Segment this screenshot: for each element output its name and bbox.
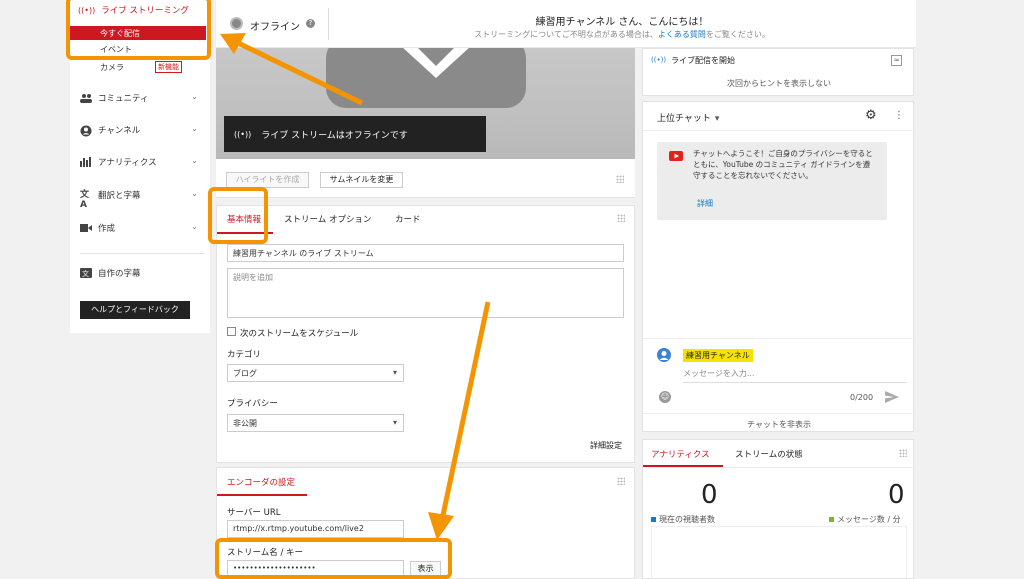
chevron-down-icon: ⌄ [191,124,198,133]
annotation-box-stream-key [215,538,452,579]
live-broadcast-icon: ((•)) [234,129,252,139]
divider [643,413,915,414]
sidebar-item-camera[interactable]: カメラ [100,62,124,73]
caret-down-icon: ▾ [714,114,720,124]
bar-chart-icon [80,157,92,167]
chart-area [651,526,907,579]
start-live-label: ライブ配信を開始 [671,56,735,65]
category-label: カテゴリ [227,350,262,360]
green-square-icon [829,517,834,522]
hide-chat-link[interactable]: チャットを非表示 [643,419,915,430]
video-camera-icon [80,223,92,233]
video-preview: ((•)) ライブ ストリームはオフラインです [216,48,635,159]
tab-stream-health[interactable]: ストリームの状態 [735,448,803,460]
server-url-field[interactable]: rtmp://x.rtmp.youtube.com/live2 [227,520,404,538]
messages-label: メッセージ数 / 分 [829,514,901,525]
translate-icon: 文A [80,190,90,210]
help-feedback-button[interactable]: ヘルプとフィードバック [80,301,190,319]
category-select[interactable]: ブログ [227,364,404,382]
dismiss-hint-link[interactable]: 次回からヒントを表示しない [643,78,915,89]
sidebar-item-custom-subtitles[interactable]: 文 自作の字幕 [80,265,204,281]
message-input[interactable]: メッセージを入力... [683,368,754,379]
char-counter: 0/200 [850,393,874,402]
schedule-checkbox[interactable] [227,327,236,336]
chat-username: 練習用チャンネル [683,349,753,362]
viewers-count: 0 [701,480,718,510]
chevron-down-icon: ⌄ [191,92,198,101]
sidebar-item-translations[interactable]: 文A 翻訳と字幕 ⌄ [80,187,204,210]
faq-line: ストリーミングについてご不明な点がある場合は、よくある質問をご覧ください。 [474,30,770,39]
welcome-message: チャットへようこそ！ご自身のプライバシーを守るとともに、YouTube のコミュ… [657,142,887,220]
faq-link[interactable]: よくある質問 [658,30,706,39]
svg-text:文: 文 [82,269,89,278]
active-tab-underline [217,494,307,496]
welcome-text: チャットへようこそ！ご自身のプライバシーを守るとともに、YouTube のコミュ… [693,149,873,180]
divider [80,253,204,254]
youtube-icon [669,151,683,161]
privacy-select[interactable]: 非公開 [227,414,404,432]
divider [643,467,915,468]
chevron-down-icon: ⌄ [191,156,198,165]
input-underline [683,382,907,383]
emoji-icon[interactable]: ☺ [659,391,671,403]
tab-analytics[interactable]: アナリティクス [651,448,710,460]
status-text: オフライン [250,22,300,33]
send-icon[interactable] [885,391,899,403]
privacy-label: プライバシー [227,399,278,409]
live-broadcast-icon: ((•)) [651,56,667,64]
tab-stream-options[interactable]: ストリーム オプション [284,213,371,225]
drag-handle-icon[interactable] [899,449,907,457]
chevron-down-icon: ⌄ [191,189,198,198]
change-thumbnail-button[interactable]: サムネイルを変更 [320,172,403,188]
top-bar: オフライン ? 練習用チャンネル さん、こんにちは！ ストリーミングについてご不… [216,0,916,48]
community-icon [80,93,92,103]
avatar [657,348,671,362]
description-field[interactable]: 説明を追加 [227,268,624,318]
drag-handle-icon[interactable] [617,477,625,485]
help-icon[interactable]: ? [306,19,315,28]
preview-toolbar: ハイライトを作成 サムネイルを変更 [216,159,635,198]
viewers-label: 現在の視聴者数 [651,514,715,525]
blue-square-icon [651,517,656,522]
tab-cards[interactable]: カード [395,213,421,225]
sidebar-item-create[interactable]: 作成 ⌄ [80,220,204,236]
divider [643,338,915,339]
chat-panel: 上位チャット ▾ ⚙ ⋮ チャットへようこそ！ご自身のプライバシーを守るとともに、… [642,101,915,432]
collapse-icon[interactable]: ≈ [891,55,902,66]
create-highlight-button[interactable]: ハイライトを作成 [226,172,309,188]
more-vert-icon[interactable]: ⋮ [894,110,904,122]
analytics-panel: アナリティクス ストリームの状態 0 現在の視聴者数 0 メッセージ数 / 分 [642,439,915,579]
annotation-box-live-menu [66,0,211,60]
divider [643,130,915,131]
details-link[interactable]: 詳細 [697,198,713,209]
subtitles-icon: 文 [80,268,92,278]
server-url-label: サーバー URL [227,508,281,518]
greeting: 練習用チャンネル さん、こんにちは！ [535,17,709,28]
drag-handle-icon[interactable] [616,175,624,183]
offline-status-icon [230,17,243,30]
info-panel: 基本情報 ストリーム オプション カード 練習用チャンネル のライブ ストリーム… [216,205,635,463]
messages-count: 0 [888,480,905,510]
chevron-down-icon: ⌄ [191,222,198,231]
title-field[interactable]: 練習用チャンネル のライブ ストリーム [227,244,624,262]
encoder-title: エンコーダの設定 [227,478,296,488]
advanced-settings-link[interactable]: 詳細設定 [590,440,622,451]
drag-handle-icon[interactable] [617,214,625,222]
settings-gear-icon[interactable]: ⚙ [865,109,877,122]
offline-banner: ((•)) ライブ ストリームはオフラインです [224,116,486,152]
schedule-label: 次のストリームをスケジュール [240,329,359,339]
new-badge: 新機能 [155,61,182,73]
sidebar-item-community[interactable]: コミュニティ ⌄ [80,90,204,106]
sidebar-item-analytics[interactable]: アナリティクス ⌄ [80,154,204,170]
hint-panel: ((•)) ライブ配信を開始 ≈ 次回からヒントを表示しない [642,48,914,96]
chat-mode-dropdown[interactable]: 上位チャット ▾ [657,111,719,124]
youtube-logo-icon [326,48,526,108]
sidebar-item-channel[interactable]: チャンネル ⌄ [80,122,204,138]
annotation-box-basic-info [208,187,268,244]
account-circle-icon [80,125,92,137]
